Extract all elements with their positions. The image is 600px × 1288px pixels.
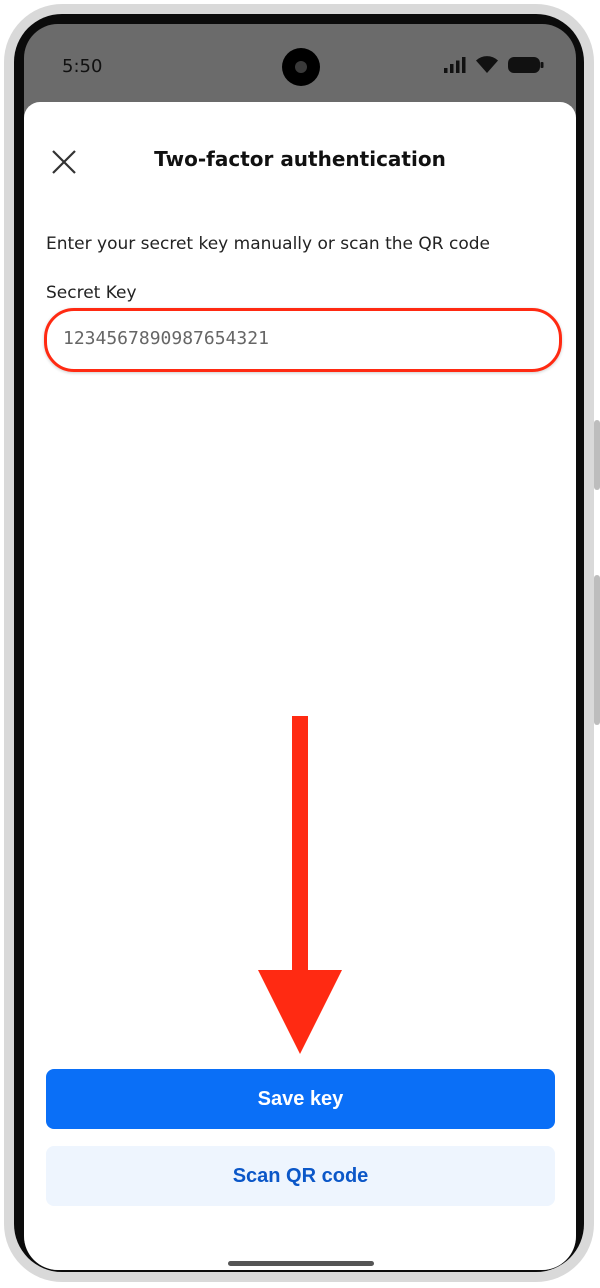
down-arrow-annotation: [258, 716, 342, 1054]
secret-key-highlight: [44, 308, 562, 372]
secret-key-label: Secret Key: [46, 283, 137, 303]
status-time: 5:50: [62, 56, 103, 77]
signal-icon: [444, 56, 466, 73]
phone-side-button: [594, 575, 600, 725]
page-title: Two-factor authentication: [154, 147, 446, 171]
home-indicator[interactable]: [228, 1261, 374, 1266]
secret-key-input[interactable]: [61, 322, 535, 354]
wifi-icon: [476, 56, 498, 73]
status-bar: 5:50: [24, 24, 576, 102]
phone-side-button: [594, 420, 600, 490]
front-camera: [282, 48, 320, 86]
scan-qr-code-button[interactable]: Scan QR code: [46, 1146, 555, 1206]
instructions-text: Enter your secret key manually or scan t…: [46, 234, 490, 254]
two-factor-screen: Two-factor authentication Enter your sec…: [24, 102, 576, 1270]
phone-screen: 5:50 Two-factor authentication Enter you: [24, 24, 576, 1270]
save-key-button[interactable]: Save key: [46, 1069, 555, 1129]
status-icons: [444, 56, 544, 73]
battery-icon: [508, 56, 544, 73]
